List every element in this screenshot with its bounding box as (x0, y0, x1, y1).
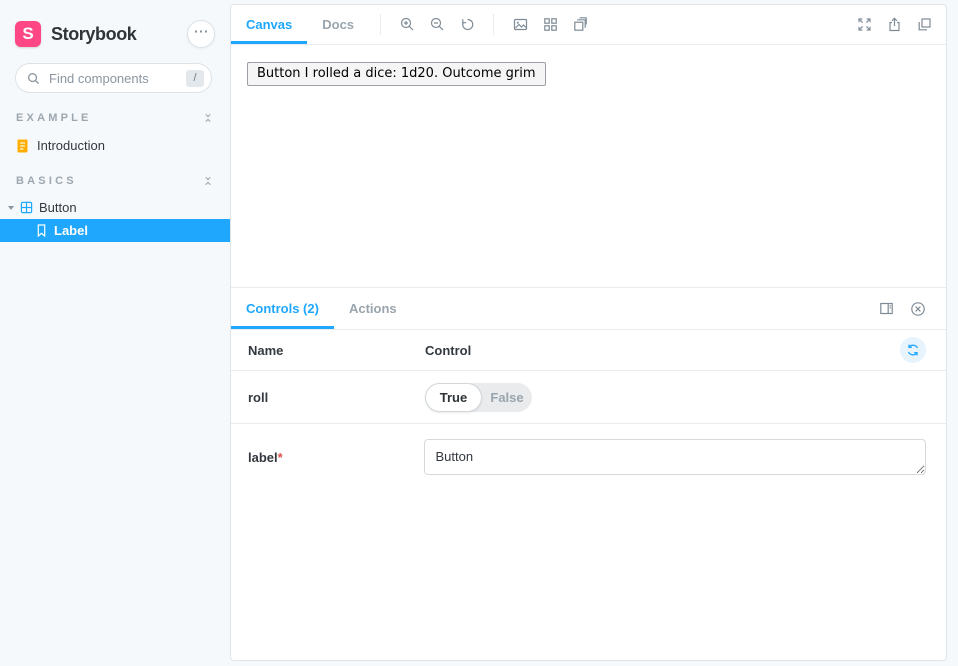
section-example-header: EXAMPLE (16, 111, 214, 125)
menu-button[interactable]: ⋯ (187, 20, 215, 48)
brand-title: Storybook (51, 24, 136, 45)
sidebar-item-label: Button (39, 200, 77, 215)
storybook-logo-icon: S (15, 21, 41, 47)
tab-actions-label: Actions (349, 301, 397, 316)
toolbar-separator (493, 14, 494, 35)
share-button[interactable] (879, 5, 909, 44)
column-header-name: Name (248, 343, 425, 358)
share-icon (887, 17, 902, 32)
preview-card: Canvas Docs (230, 4, 947, 661)
zoom-out-icon (430, 17, 445, 32)
search-shortcut-key: / (186, 70, 204, 87)
canvas-toolbar: Canvas Docs (231, 5, 946, 45)
collapse-example-icon[interactable] (202, 112, 214, 124)
zoom-out-button[interactable] (422, 5, 452, 44)
search-input[interactable] (47, 70, 186, 87)
copy-window-icon (917, 17, 932, 32)
brand-row: S Storybook ⋯ (15, 19, 215, 49)
bookmark-icon (36, 224, 47, 237)
control-row-roll: roll True False (231, 371, 946, 424)
backgrounds-icon (513, 17, 528, 32)
toolbar-right-group (849, 5, 946, 44)
viewport-button[interactable] (565, 5, 595, 44)
tab-canvas[interactable]: Canvas (231, 5, 307, 44)
backgrounds-button[interactable] (505, 5, 535, 44)
story-canvas: Button I rolled a dice: 1d20. Outcome gr… (231, 45, 946, 288)
arg-name-roll: roll (248, 390, 425, 405)
column-header-control: Control (425, 343, 471, 358)
sidebar-item-label-story[interactable]: Label (0, 219, 230, 242)
grid-icon (543, 17, 558, 32)
sync-icon (906, 343, 920, 357)
tab-docs[interactable]: Docs (307, 5, 369, 44)
tab-controls[interactable]: Controls (2) (231, 288, 334, 329)
tab-controls-label: Controls (2) (246, 301, 319, 316)
open-in-new-tab-button[interactable] (909, 5, 939, 44)
boolean-toggle-roll[interactable]: True False (425, 383, 532, 412)
search-icon (27, 72, 40, 85)
section-example-label: EXAMPLE (16, 112, 92, 124)
tab-canvas-label: Canvas (246, 17, 292, 32)
tab-docs-label: Docs (322, 17, 354, 32)
reset-controls-button[interactable] (900, 337, 926, 363)
logo-letter: S (22, 24, 33, 44)
close-panel-button[interactable] (903, 301, 933, 317)
sidebar-item-label: Introduction (37, 138, 105, 153)
zoom-in-button[interactable] (392, 5, 422, 44)
fullscreen-icon (857, 17, 872, 32)
collapse-basics-icon[interactable] (202, 175, 214, 187)
zoom-reset-button[interactable] (452, 5, 482, 44)
sidebar-item-label: Label (54, 223, 88, 238)
sidebar: S Storybook ⋯ / EXAMPLE Introduction B (0, 0, 230, 666)
expander-caret-icon[interactable] (8, 206, 14, 210)
sidebar-item-button[interactable]: Button (0, 196, 230, 219)
toolbar-separator (380, 14, 381, 35)
zoom-reset-icon (460, 17, 475, 32)
ellipsis-icon: ⋯ (194, 22, 209, 40)
text-control-label-input[interactable]: Button (424, 439, 926, 475)
panel-position-button[interactable] (871, 301, 901, 316)
panel-position-icon (879, 301, 894, 316)
addons-tabbar: Controls (2) Actions (231, 288, 946, 330)
tab-actions[interactable]: Actions (334, 288, 412, 329)
close-circle-icon (910, 301, 926, 317)
toggle-true-option[interactable]: True (425, 383, 482, 412)
viewport-icon (573, 17, 588, 32)
required-asterisk: * (278, 450, 283, 465)
arg-name-text: label (248, 450, 278, 465)
panel-right-group (871, 288, 946, 329)
search-box[interactable]: / (15, 63, 212, 93)
section-basics-header: BASICS (16, 174, 214, 188)
arg-name-label: label* (248, 450, 424, 465)
section-basics-label: BASICS (16, 175, 77, 187)
document-icon (16, 139, 29, 153)
controls-table-header: Name Control (231, 330, 946, 371)
control-row-label: label* Button (231, 424, 946, 490)
component-icon (20, 201, 33, 214)
zoom-in-icon (400, 17, 415, 32)
fullscreen-button[interactable] (849, 5, 879, 44)
sidebar-item-introduction[interactable]: Introduction (0, 133, 230, 158)
grid-button[interactable] (535, 5, 565, 44)
toggle-false-option[interactable]: False (482, 383, 532, 412)
story-preview-button[interactable]: Button I rolled a dice: 1d20. Outcome gr… (247, 62, 546, 86)
